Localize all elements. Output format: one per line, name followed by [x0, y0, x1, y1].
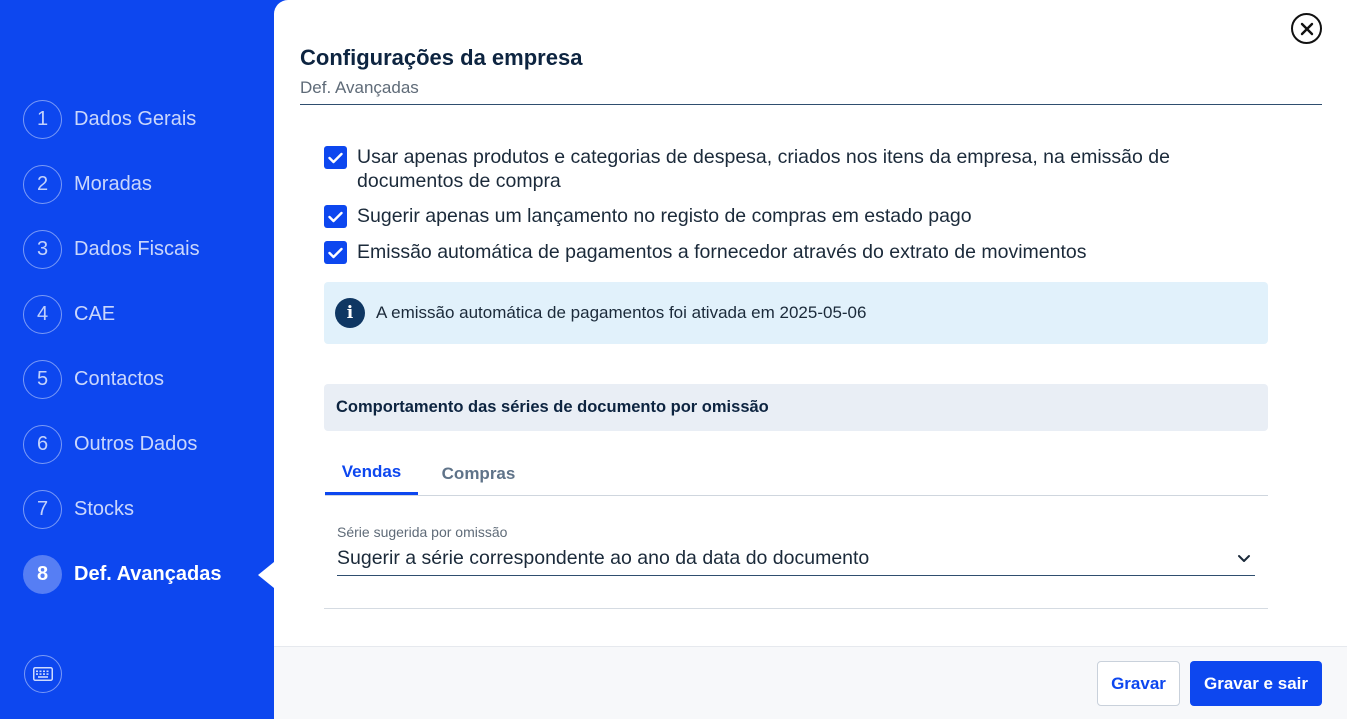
step-cae[interactable]: 4 CAE — [23, 294, 115, 334]
settings-panel: Configurações da empresa Def. Avançadas … — [274, 0, 1347, 719]
tab-compras[interactable]: Compras — [426, 452, 531, 495]
close-button[interactable] — [1291, 13, 1322, 44]
section-title: Comportamento das séries de documento po… — [324, 384, 1268, 431]
step-label: Outros Dados — [74, 432, 198, 455]
step-number: 2 — [23, 164, 62, 204]
save-and-exit-button[interactable]: Gravar e sair — [1190, 661, 1322, 706]
step-label: CAE — [74, 302, 116, 325]
step-label: Contactos — [74, 367, 165, 390]
option-label: Sugerir apenas um lançamento no registo … — [357, 205, 972, 227]
chevron-down-icon — [1238, 555, 1250, 562]
option-row[interactable]: Sugerir apenas um lançamento no registo … — [324, 204, 1237, 228]
active-step-pointer — [258, 562, 274, 588]
checkbox-checked[interactable] — [324, 205, 347, 228]
step-dados-fiscais[interactable]: 3 Dados Fiscais — [23, 229, 200, 269]
option-row[interactable]: Usar apenas produtos e categorias de des… — [324, 145, 1237, 193]
keyboard-icon — [33, 667, 53, 681]
step-number: 5 — [23, 359, 62, 399]
footer: Gravar Gravar e sair — [274, 646, 1347, 719]
step-def-avancadas[interactable]: 8 Def. Avançadas — [23, 554, 221, 594]
info-icon: i — [335, 298, 365, 328]
title-divider — [300, 104, 1322, 105]
step-number: 4 — [23, 294, 62, 334]
close-icon — [1300, 22, 1313, 35]
check-icon — [328, 247, 343, 258]
step-dados-gerais[interactable]: 1 Dados Gerais — [23, 99, 196, 139]
save-button[interactable]: Gravar — [1097, 661, 1180, 706]
keyboard-shortcuts-button[interactable] — [24, 655, 62, 693]
step-number: 1 — [23, 99, 62, 139]
select-value: Sugerir a série correspondente ao ano da… — [337, 547, 870, 569]
option-label: Emissão automática de pagamentos a forne… — [357, 241, 1087, 263]
step-label: Dados Fiscais — [74, 237, 200, 260]
page-subtitle: Def. Avançadas — [300, 78, 419, 97]
step-label: Stocks — [74, 497, 135, 520]
option-row[interactable]: Emissão automática de pagamentos a forne… — [324, 240, 1237, 264]
step-number: 3 — [23, 229, 62, 269]
default-series-select[interactable]: Sugerir a série correspondente ao ano da… — [337, 542, 1255, 576]
step-number: 8 — [23, 554, 62, 594]
section-divider — [324, 608, 1268, 609]
check-icon — [328, 211, 343, 222]
option-label: Usar apenas produtos e categorias de des… — [357, 146, 1170, 192]
select-label: Série sugerida por omissão — [337, 524, 508, 540]
step-moradas[interactable]: 2 Moradas — [23, 164, 152, 204]
check-icon — [328, 152, 343, 163]
step-label: Dados Gerais — [74, 107, 197, 130]
step-label: Moradas — [74, 172, 152, 195]
series-tabs: Vendas Compras — [325, 452, 1268, 496]
info-alert: i A emissão automática de pagamentos foi… — [324, 282, 1268, 344]
sidebar: 1 Dados Gerais 2 Moradas 3 Dados Fiscais… — [0, 0, 274, 719]
page-title: Configurações da empresa — [300, 45, 583, 70]
step-label: Def. Avançadas — [74, 562, 222, 585]
step-stocks[interactable]: 7 Stocks — [23, 489, 134, 529]
step-number: 6 — [23, 424, 62, 464]
info-text: A emissão automática de pagamentos foi a… — [376, 303, 867, 322]
step-contactos[interactable]: 5 Contactos — [23, 359, 164, 399]
checkbox-checked[interactable] — [324, 241, 347, 264]
step-outros-dados[interactable]: 6 Outros Dados — [23, 424, 197, 464]
step-number: 7 — [23, 489, 62, 529]
checkbox-checked[interactable] — [324, 146, 347, 169]
tab-vendas[interactable]: Vendas — [325, 452, 418, 495]
